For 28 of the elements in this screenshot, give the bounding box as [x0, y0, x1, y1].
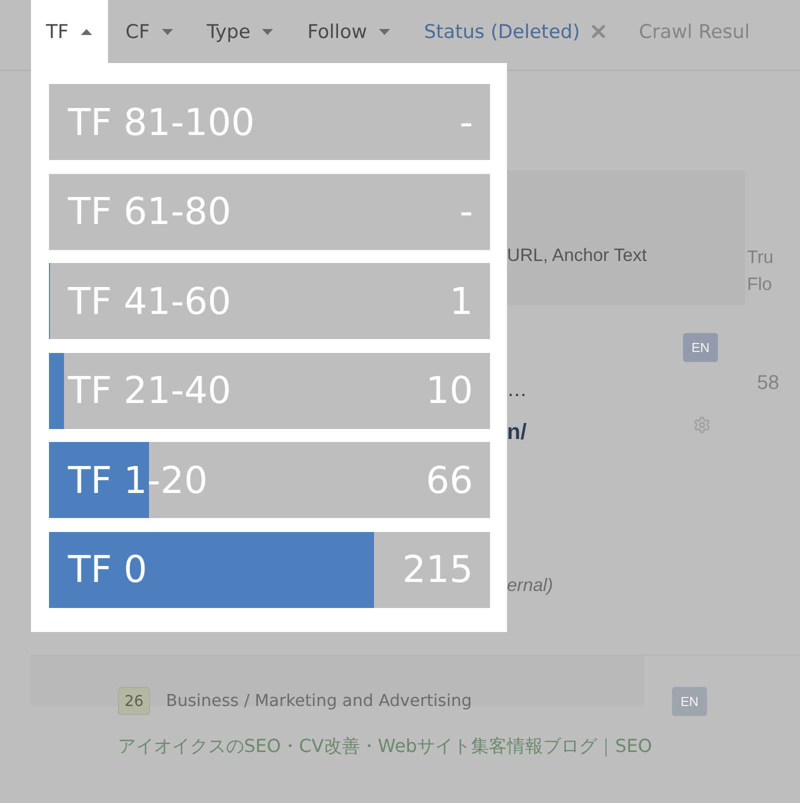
- filter-tab[interactable]: CF: [110, 0, 189, 63]
- caret-icon: [80, 28, 92, 34]
- topic-score-badge: 26: [118, 686, 150, 714]
- url-link[interactable]: n/: [507, 420, 527, 444]
- language-badge: EN: [683, 333, 718, 362]
- filter-tab[interactable]: Follow: [292, 0, 406, 63]
- column-header: URL, Anchor Text: [507, 244, 647, 266]
- caret-icon: [262, 28, 274, 34]
- filter-tab[interactable]: TF: [31, 0, 108, 63]
- tf-range-option[interactable]: TF 0 215: [49, 532, 490, 608]
- column-header: Tru Flo: [746, 246, 774, 296]
- option-count: 1: [449, 280, 473, 323]
- close-icon[interactable]: [592, 25, 605, 38]
- language-badge: EN: [672, 687, 707, 716]
- option-count: 215: [402, 548, 473, 592]
- score-text: 58: [757, 371, 780, 395]
- note-text: ernal): [507, 574, 554, 597]
- option-count: -: [460, 190, 473, 234]
- caret-icon: [162, 28, 173, 34]
- option-count: 66: [426, 458, 473, 502]
- filter-tab[interactable]: Status (Deleted): [409, 0, 621, 63]
- topic-text: Business / Marketing and Advertising: [166, 691, 472, 710]
- caret-icon: [379, 28, 390, 34]
- settings-icon[interactable]: [693, 416, 711, 434]
- option-count: -: [460, 100, 473, 144]
- option-count: 10: [426, 369, 473, 412]
- title-text: …: [507, 378, 527, 402]
- filter-tab[interactable]: Type: [192, 0, 290, 63]
